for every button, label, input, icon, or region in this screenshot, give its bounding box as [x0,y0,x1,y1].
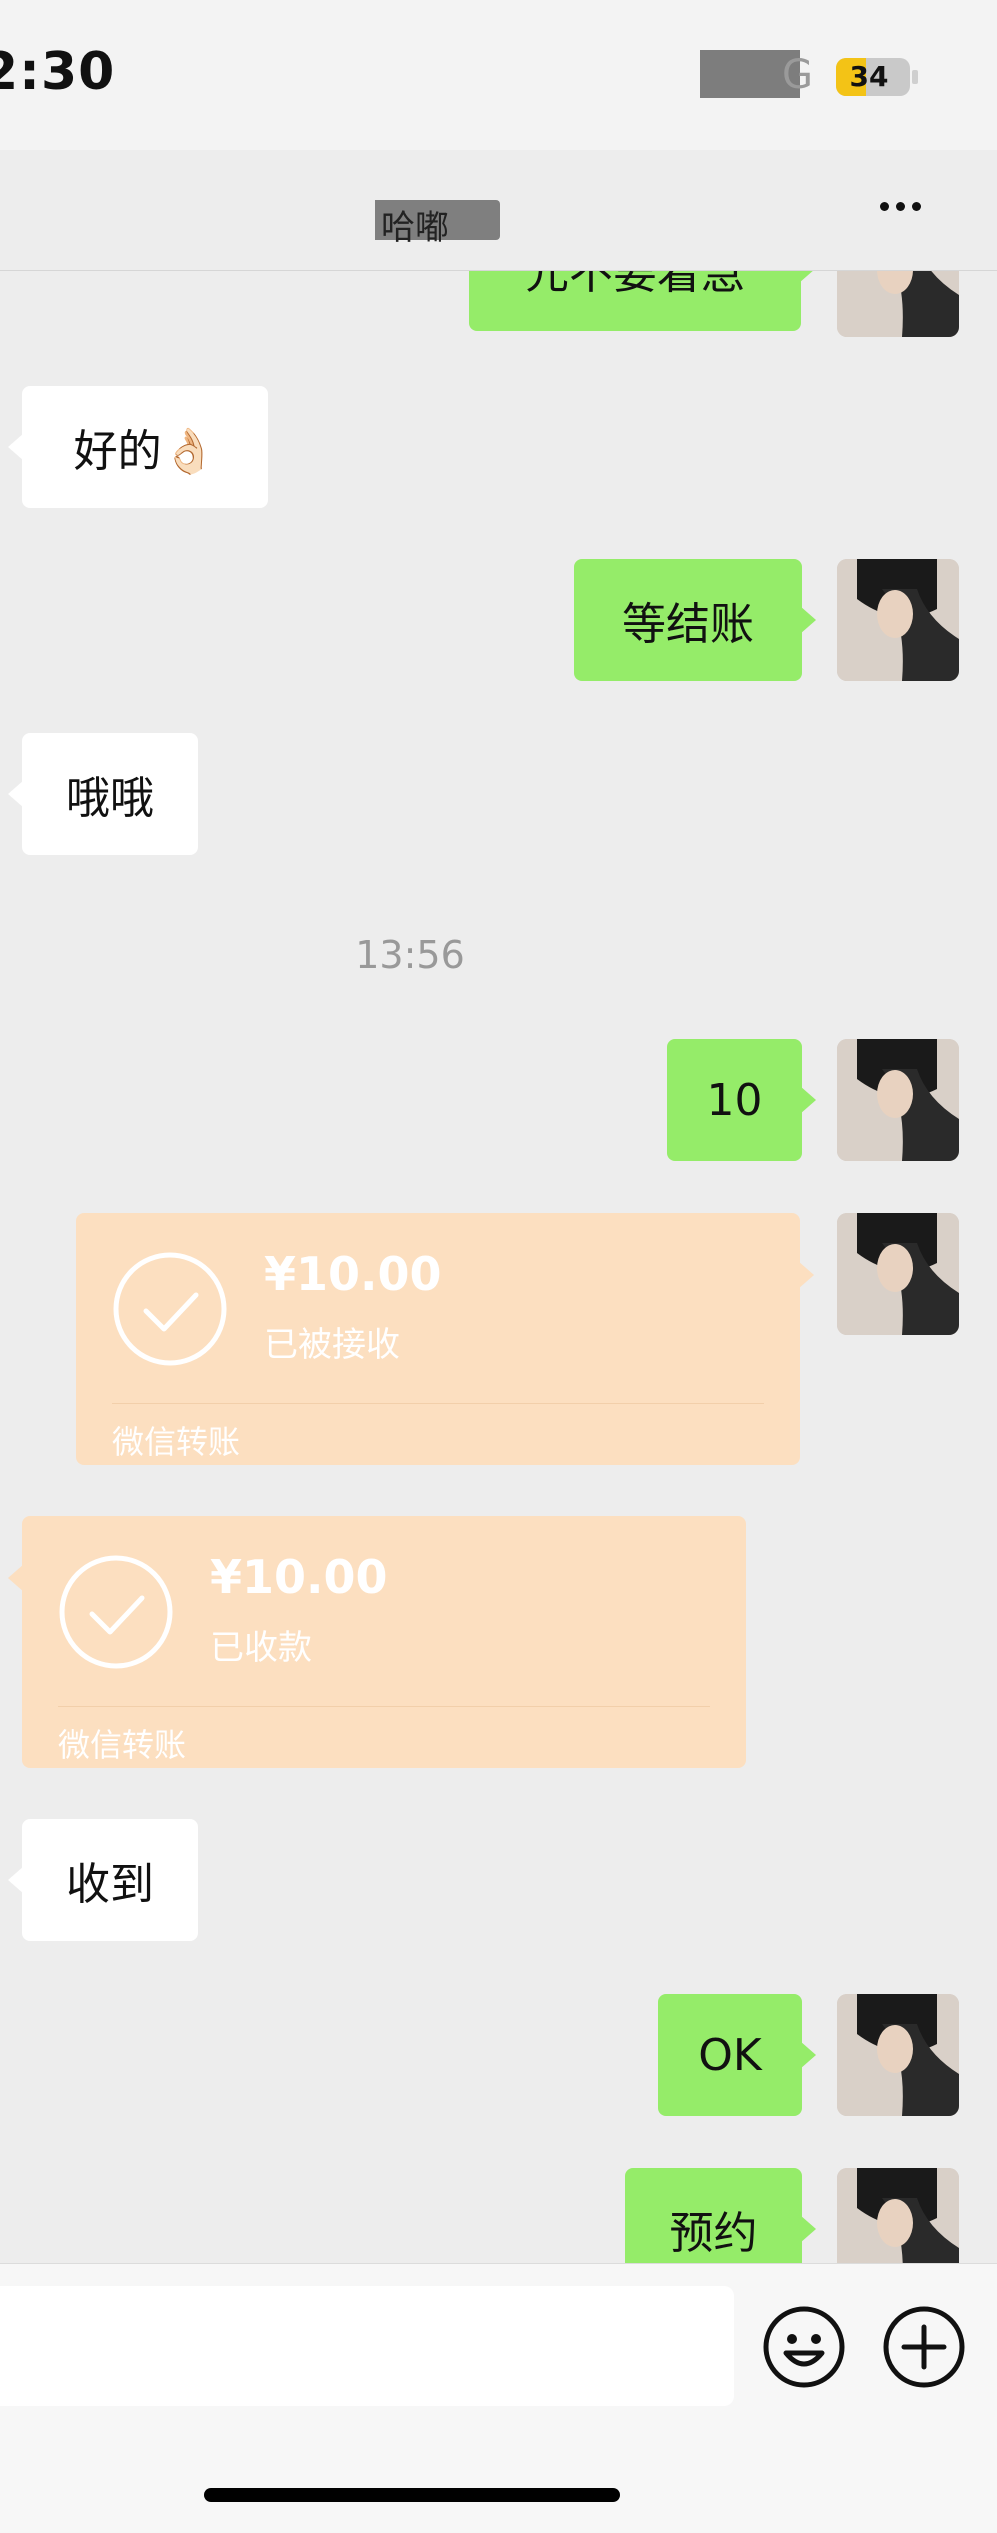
transfer-footer: 微信转账 [58,1726,187,1764]
avatar[interactable] [837,1213,959,1335]
input-bar [0,2263,997,2533]
avatar[interactable] [837,1039,959,1161]
transfer-card-received[interactable]: ¥10.00 已收款 微信转账 [8,1516,746,1768]
message-incoming[interactable]: 收到 [8,1819,198,1941]
message-outgoing[interactable]: 10 [667,1039,816,1161]
avatar[interactable] [837,559,959,681]
transfer-status: 已被接收 [264,1325,400,1365]
check-circle-icon [59,1555,173,1669]
more-dots-icon[interactable] [880,186,940,226]
status-time: 2:30 [0,42,116,102]
avatar[interactable] [837,271,959,337]
battery-icon: 34 [836,58,910,96]
check-circle-icon [113,1252,227,1366]
message-text: 收到 [66,1859,154,1910]
chat-header: 哈嘟 [0,150,997,271]
transfer-card-sent[interactable]: ¥10.00 已被接收 微信转账 [76,1213,814,1465]
message-input[interactable] [0,2286,734,2406]
emoji-smile-icon[interactable] [762,2305,846,2389]
message-outgoing[interactable]: 等结账 [574,559,816,681]
message-text: 等结账 [622,599,754,650]
message-incoming[interactable]: 哦哦 [8,733,198,855]
message-incoming[interactable]: 好的👌🏻 [8,386,268,508]
message-text: OK [698,2029,762,2081]
message-timestamp: 13:56 [355,933,465,977]
avatar[interactable] [837,2168,959,2263]
transfer-footer: 微信转账 [112,1423,241,1461]
message-text: 预约 [669,2208,758,2259]
message-text: 元不要着急 [525,271,745,299]
transfer-status: 已收款 [210,1628,312,1668]
message-text: 哦哦 [66,773,154,824]
message-text: 10 [706,1074,763,1126]
home-indicator[interactable] [204,2488,620,2502]
chat-title: 哈嘟 [330,200,500,248]
battery-tip [912,70,918,84]
status-bar: 2:30 G 34 [0,0,997,150]
network-type: G [782,52,813,98]
message-text: 好的👌🏻 [73,426,217,477]
message-list[interactable]: 元不要着急 好的👌🏻 等结账 哦哦 13:56 10 ¥10.00 已被接收 微… [0,271,997,2263]
message-outgoing[interactable]: OK [658,1994,816,2116]
message-outgoing[interactable]: 预约 [625,2168,816,2263]
plus-circle-icon[interactable] [882,2305,966,2389]
transfer-amount: ¥10.00 [210,1550,388,1604]
divider [58,1706,710,1707]
avatar[interactable] [837,1994,959,2116]
battery-level: 34 [849,60,889,93]
divider [112,1403,764,1404]
message-outgoing[interactable]: 元不要着急 [469,271,815,331]
transfer-amount: ¥10.00 [264,1247,442,1301]
